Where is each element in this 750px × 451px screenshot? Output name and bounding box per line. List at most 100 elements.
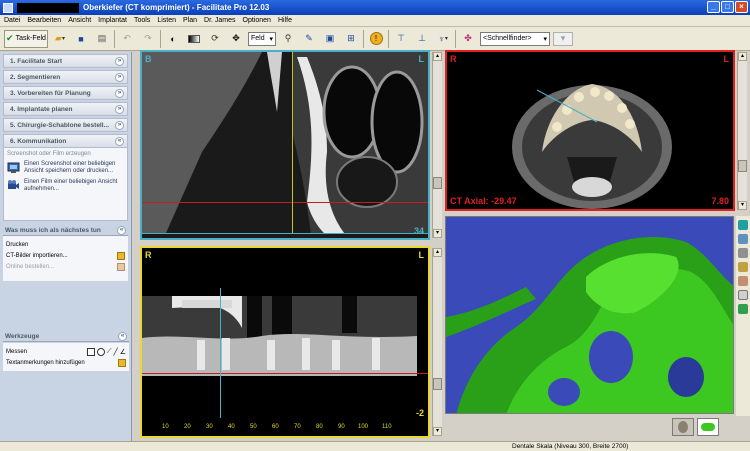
print-button[interactable]: ▤ <box>93 30 111 48</box>
ruler-tick: 100 <box>358 424 369 430</box>
save-button[interactable]: ■ <box>72 30 90 48</box>
view-select[interactable]: Feld ▾ <box>248 31 276 46</box>
sagittal-scrollbar[interactable]: ▴ ▾ <box>432 52 442 238</box>
scroll-down-button[interactable]: ▾ <box>433 427 442 436</box>
movie-camera-icon <box>8 180 19 189</box>
scroll-up-button[interactable]: ▴ <box>433 248 442 257</box>
tooth-tool-button[interactable]: ♆ ▾ <box>434 30 452 48</box>
pan-button[interactable]: ✥ <box>227 30 245 48</box>
menu-plan[interactable]: Plan <box>183 17 197 24</box>
step-facilitate-start[interactable]: 1. Facilitate Start » <box>3 54 128 68</box>
step-segmentieren[interactable]: 2. Segmentieren » <box>3 70 128 84</box>
gradient-button[interactable] <box>185 30 203 48</box>
zoom-fit-button[interactable]: ✎ <box>300 30 318 48</box>
quick-finder-select[interactable]: <Schnellfinder> ▾ <box>480 31 550 46</box>
scroll-thumb[interactable] <box>433 378 442 390</box>
menu-bearbeiten[interactable]: Bearbeiten <box>27 17 61 24</box>
menu-listen[interactable]: Listen <box>157 17 176 24</box>
scroll-thumb[interactable] <box>433 177 442 189</box>
sleeve-tool-button[interactable]: ⊥ <box>413 30 431 48</box>
menu-ansicht[interactable]: Ansicht <box>68 17 91 24</box>
tool-annotate[interactable]: Textanmerkungen hinzufügen <box>6 357 126 368</box>
maximize-button[interactable]: □ <box>721 1 734 13</box>
bone-preset-thumbnail[interactable] <box>697 418 719 436</box>
scroll-thumb[interactable] <box>738 160 747 172</box>
step-kommunikation[interactable]: 6. Kommunikation « <box>3 134 128 148</box>
app-icon <box>3 2 13 13</box>
redo-button[interactable]: ↷ <box>139 30 157 48</box>
circle-measure-icon[interactable] <box>96 347 105 356</box>
separator <box>363 29 364 48</box>
snap-button[interactable]: ✤ <box>459 30 477 48</box>
minimize-button[interactable]: _ <box>707 1 720 13</box>
render-mode-icon[interactable] <box>738 220 748 230</box>
render3d-presets <box>672 418 719 436</box>
separator <box>388 29 389 48</box>
warning-button[interactable]: ! <box>367 30 385 48</box>
menu-hilfe[interactable]: Hilfe <box>278 17 292 24</box>
axial-scrollbar[interactable]: ▴ ▾ <box>737 52 747 210</box>
step-implantate-planen[interactable]: 4. Implantate planen » <box>3 102 128 116</box>
window-level-button[interactable]: ◐ <box>164 30 182 48</box>
line-measure-icon[interactable]: ╱ <box>114 348 118 356</box>
rotate-button[interactable]: ⟳ <box>206 30 224 48</box>
step-chirurgie-schablone[interactable]: 5. Chirurgie-Schablone bestell... » <box>3 118 128 132</box>
sagittal-viewport[interactable]: B L 34 <box>140 50 430 240</box>
zoom-window-button[interactable]: ▣ <box>321 30 339 48</box>
ruler-tick: 80 <box>316 424 323 430</box>
axial-viewport[interactable]: R L CT Axial: -29.47 7.80 <box>445 50 735 211</box>
communication-subtitle: Screenshot oder Film erzeugen <box>7 151 91 157</box>
next-item-order[interactable]: Online bestellen... <box>6 261 125 272</box>
scroll-up-button[interactable]: ▴ <box>433 52 442 61</box>
panoramic-viewport[interactable]: R L -2 10 20 30 40 50 60 70 80 90 100 11… <box>140 246 430 438</box>
tools-header[interactable]: Werkzeuge « <box>3 331 129 342</box>
order-icon <box>117 262 125 271</box>
import-icon <box>117 251 125 260</box>
next-steps-header[interactable]: Was muss ich als nächstes tun « <box>3 225 128 236</box>
panoramic-scrollbar[interactable]: ▴ ▾ <box>432 248 442 436</box>
refresh-icon[interactable] <box>738 290 748 300</box>
close-button[interactable]: × <box>735 1 748 13</box>
angle-measure-icon[interactable]: ∠ <box>120 348 126 356</box>
tool-measure[interactable]: Messen ⟋ ╱ ∠ <box>6 346 126 357</box>
menu-datei[interactable]: Datei <box>4 17 20 24</box>
open-folder-button[interactable]: ▰ ▾ <box>51 30 69 48</box>
task-panel-button[interactable]: ✔ Task-Feld <box>4 29 48 48</box>
scroll-down-button[interactable]: ▾ <box>433 229 442 238</box>
disabled-select[interactable]: ▾ <box>553 31 573 46</box>
menu-optionen[interactable]: Optionen <box>243 17 271 24</box>
layer-icon[interactable] <box>738 234 748 244</box>
menu-tools[interactable]: Tools <box>134 17 150 24</box>
movie-action[interactable]: Einen Film einer beliebigen Ansicht aufn… <box>7 179 124 193</box>
snap-icon: ✤ <box>464 33 472 43</box>
implant-view-icon[interactable] <box>738 304 748 314</box>
rectangle-measure-icon[interactable] <box>86 347 95 356</box>
scroll-up-button[interactable]: ▴ <box>738 52 747 61</box>
next-item-import[interactable]: CT-Bilder importieren... <box>6 250 125 261</box>
step-label: 3. Vorbereiten für Planung <box>10 89 91 97</box>
render3d-viewport[interactable] <box>445 216 734 414</box>
undo-button[interactable]: ↶ <box>118 30 136 48</box>
polyline-measure-icon[interactable]: ⟋ <box>107 348 112 356</box>
menu-bar: Datei Bearbeiten Ansicht Implantat Tools… <box>0 15 750 27</box>
folder-icon: ▰ <box>55 33 62 43</box>
implant-icon: ⊤ <box>397 33 405 43</box>
ruler-tick: 70 <box>294 424 301 430</box>
menu-implantat[interactable]: Implantat <box>98 17 127 24</box>
window-title: Oberkiefer (CT komprimiert) - Facilitate… <box>83 3 270 12</box>
next-item-print[interactable]: Drucken <box>6 239 125 250</box>
face-icon[interactable] <box>738 276 748 286</box>
chevron-down-icon: ▾ <box>560 33 566 43</box>
color-icon[interactable] <box>738 262 748 272</box>
redo-icon: ↷ <box>144 33 152 43</box>
step-vorbereiten[interactable]: 3. Vorbereiten für Planung » <box>3 86 128 100</box>
camera-icon[interactable] <box>738 248 748 258</box>
menu-user[interactable]: Dr. James <box>204 17 236 24</box>
reset-view-button[interactable]: ⊞ <box>342 30 360 48</box>
zoom-button[interactable]: ⚲ <box>279 30 297 48</box>
screenshot-action[interactable]: Einen Screenshot einer beliebigen Ansich… <box>7 161 124 175</box>
scroll-down-button[interactable]: ▾ <box>738 201 747 210</box>
chevron-up-icon: « <box>118 331 127 341</box>
skull-preset-thumbnail[interactable] <box>672 418 694 436</box>
implant-tool-button[interactable]: ⊤ <box>392 30 410 48</box>
